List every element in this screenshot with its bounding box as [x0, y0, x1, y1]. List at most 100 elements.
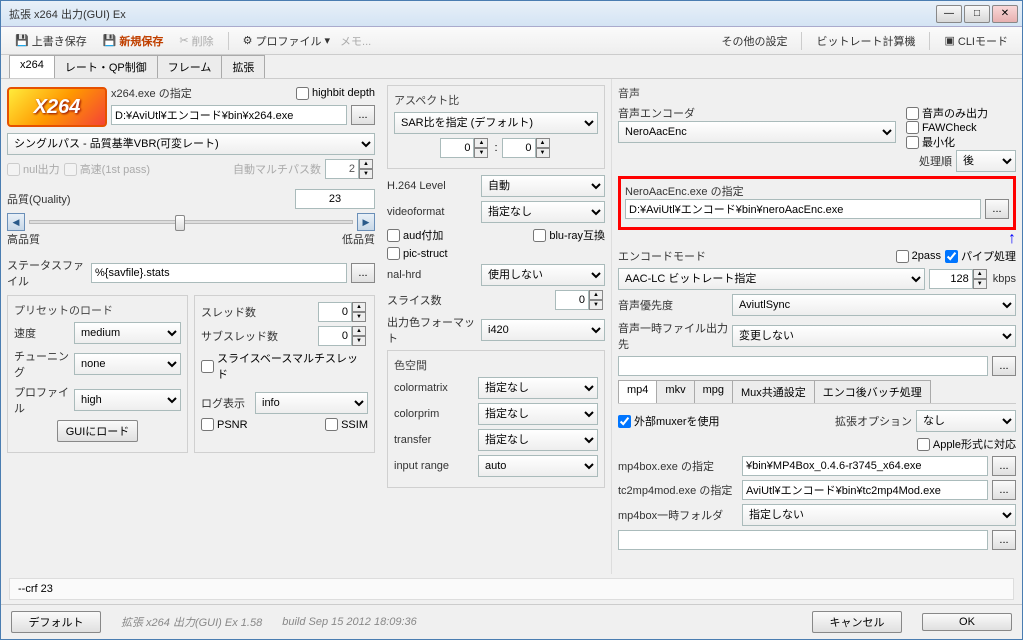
twopass-checkbox[interactable]: 2pass — [896, 250, 941, 263]
cli-mode-button[interactable]: ▣ CLIモード — [938, 31, 1014, 51]
h264-level-select[interactable]: 自動 — [481, 175, 605, 197]
videoformat-select[interactable]: 指定なし — [481, 201, 605, 223]
ok-button[interactable]: OK — [922, 613, 1012, 631]
mp4box-tmp-path[interactable] — [618, 530, 988, 550]
fast-1stpass-checkbox[interactable]: 高速(1st pass) — [64, 161, 150, 177]
preset-title: プリセットのロード — [14, 302, 181, 318]
slider-left-button[interactable]: ◀ — [7, 213, 25, 231]
fawcheck-checkbox[interactable]: FAWCheck — [906, 121, 1016, 134]
tc2mp4-path[interactable] — [742, 480, 988, 500]
audio-bitrate-input[interactable] — [929, 269, 973, 289]
mp4box-path[interactable] — [742, 456, 988, 476]
tab-mp4[interactable]: mp4 — [618, 380, 657, 403]
ext-opt-select[interactable]: なし — [916, 410, 1016, 432]
audio-only-checkbox[interactable]: 音声のみ出力 — [906, 105, 1016, 121]
lq-label: 低品質 — [342, 231, 375, 247]
slider-right-button[interactable]: ▶ — [357, 213, 375, 231]
slice-input[interactable] — [555, 290, 589, 310]
encode-mode-select[interactable]: シングルパス - 品質基準VBR(可変レート) — [7, 133, 375, 155]
threads-input[interactable] — [318, 302, 352, 322]
sar2-input[interactable] — [502, 138, 536, 158]
stats-label: ステータスファイル — [7, 257, 87, 289]
stats-input[interactable] — [91, 263, 347, 283]
browse-mp4box-tmp-button[interactable]: ... — [992, 530, 1016, 550]
tab-mkv[interactable]: mkv — [656, 380, 694, 403]
other-settings-button[interactable]: その他の設定 — [715, 31, 793, 51]
delete-button[interactable]: ✂削除 — [173, 31, 219, 51]
minimize-checkbox[interactable]: 最小化 — [906, 134, 1016, 150]
main-tabs: x264 レート・QP制御 フレーム 拡張 — [1, 55, 1022, 79]
tab-mpg[interactable]: mpg — [694, 380, 733, 403]
browse-audio-exe-button[interactable]: ... — [985, 199, 1009, 219]
close-button[interactable]: ✕ — [992, 5, 1018, 23]
colorprim-select[interactable]: 指定なし — [478, 403, 598, 425]
audio-tmp-path[interactable] — [618, 356, 988, 376]
quality-slider[interactable]: ◀ ▶ — [7, 213, 375, 231]
colormatrix-select[interactable]: 指定なし — [478, 377, 598, 399]
audio-mode-select[interactable]: AAC-LC ビットレート指定 — [618, 268, 925, 290]
tab-frame[interactable]: フレーム — [157, 55, 223, 78]
save-button[interactable]: 💾上書き保存 — [9, 31, 93, 51]
x264-logo: X264 — [7, 87, 107, 127]
transfer-select[interactable]: 指定なし — [478, 429, 598, 451]
profile-dropdown[interactable]: ⚙プロファイル ▾ — [237, 31, 336, 51]
speed-select[interactable]: medium — [74, 322, 181, 344]
nalhrd-select[interactable]: 使用しない — [481, 264, 605, 286]
browse-x264-button[interactable]: ... — [351, 105, 375, 125]
toolbar: 💾上書き保存 💾新規保存 ✂削除 ⚙プロファイル ▾ メモ... その他の設定 … — [1, 27, 1022, 55]
audio-tmp-select[interactable]: 変更しない — [732, 325, 1016, 347]
psnr-checkbox[interactable]: PSNR — [201, 418, 248, 431]
titlebar: 拡張 x264 出力(GUI) Ex — □ ✕ — [1, 1, 1022, 27]
subthreads-input[interactable] — [318, 326, 352, 346]
gui-load-button[interactable]: GUIにロード — [57, 420, 139, 442]
tab-rate[interactable]: レート・QP制御 — [54, 55, 158, 78]
log-select[interactable]: info — [255, 392, 368, 414]
audio-title: 音声 — [618, 85, 1016, 101]
default-button[interactable]: デフォルト — [11, 611, 101, 633]
ssim-checkbox[interactable]: SSIM — [325, 418, 368, 431]
browse-stats-button[interactable]: ... — [351, 263, 375, 283]
tab-x264[interactable]: x264 — [9, 55, 55, 78]
audio-priority-select[interactable]: AviutlSync — [732, 294, 1016, 316]
x264-exe-path[interactable] — [111, 105, 347, 125]
ext-muxer-checkbox[interactable]: 外部muxerを使用 — [618, 413, 720, 429]
tuning-select[interactable]: none — [74, 353, 181, 375]
x264-exe-label: x264.exe の指定 — [111, 85, 192, 101]
inputrange-select[interactable]: auto — [478, 455, 598, 477]
slice-thread-checkbox[interactable]: スライスベースマルチスレッド — [201, 350, 368, 382]
order-select[interactable]: 後 — [956, 150, 1016, 172]
mp4box-tmp-select[interactable]: 指定しない — [742, 504, 1016, 526]
bitrate-calc-button[interactable]: ビットレート計算機 — [810, 31, 921, 51]
minimize-button[interactable]: — — [936, 5, 962, 23]
sar1-input[interactable] — [440, 138, 474, 158]
multipass-label: 自動マルチパス数 — [233, 161, 321, 177]
audio-encoder-select[interactable]: NeroAacEnc — [618, 121, 896, 143]
nul-output-checkbox[interactable]: nul出力 — [7, 161, 60, 177]
picstruct-checkbox[interactable]: pic-struct — [387, 247, 448, 260]
browse-mp4box-button[interactable]: ... — [992, 456, 1016, 476]
audio-exe-label: NeroAacEnc.exe の指定 — [625, 183, 1009, 199]
browse-audio-tmp-button[interactable]: ... — [992, 356, 1016, 376]
bluray-checkbox[interactable]: blu-ray互換 — [533, 227, 605, 243]
tab-batch[interactable]: エンコ後バッチ処理 — [814, 380, 931, 403]
color-title: 色空間 — [394, 357, 598, 373]
aud-checkbox[interactable]: aud付加 — [387, 227, 443, 243]
maximize-button[interactable]: □ — [964, 5, 990, 23]
highbit-checkbox[interactable]: highbit depth — [296, 87, 375, 100]
apple-checkbox[interactable]: Apple形式に対応 — [917, 436, 1016, 452]
tab-ext[interactable]: 拡張 — [221, 55, 265, 78]
pipe-checkbox[interactable]: パイプ処理 — [945, 248, 1016, 264]
new-save-button[interactable]: 💾新規保存 — [97, 31, 170, 51]
tab-mux-common[interactable]: Mux共通設定 — [732, 380, 815, 403]
cancel-button[interactable]: キャンセル — [812, 611, 902, 633]
audio-exe-highlight: NeroAacEnc.exe の指定 ... — [618, 176, 1016, 230]
browse-tc2mp4-button[interactable]: ... — [992, 480, 1016, 500]
arrow-annotation: ↑ — [1008, 230, 1016, 247]
outfmt-select[interactable]: i420 — [481, 319, 605, 341]
profile-select[interactable]: high — [74, 389, 181, 411]
quality-input[interactable] — [295, 189, 375, 209]
audio-exe-path[interactable] — [625, 199, 981, 219]
build-label: build Sep 15 2012 18:09:36 — [282, 616, 417, 628]
memo-field[interactable]: メモ... — [340, 33, 371, 49]
aspect-select[interactable]: SAR比を指定 (デフォルト) — [394, 112, 598, 134]
